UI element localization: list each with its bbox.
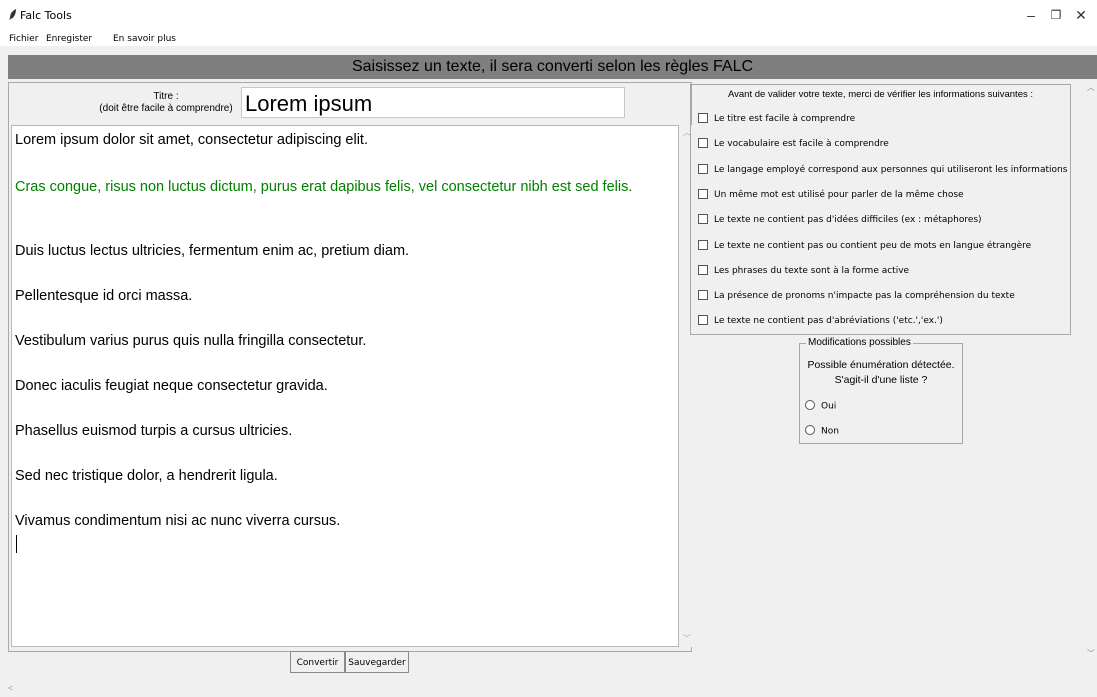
list-question-text: S'agit-il d'une liste ? bbox=[834, 374, 928, 386]
modifications-title: Modifications possibles bbox=[806, 337, 913, 348]
window-title: Falc Tools bbox=[20, 9, 72, 22]
menu-en-savoir-plus[interactable]: En savoir plus bbox=[113, 32, 176, 46]
checklist-item[interactable]: Le vocabulaire est facile à comprendre bbox=[698, 137, 889, 151]
text-paragraph: Pellentesque id orci massa. bbox=[15, 288, 193, 304]
checklist-item[interactable]: Un même mot est utilisé pour parler de l… bbox=[698, 188, 964, 202]
checklist-panel: Avant de valider votre texte, merci de v… bbox=[690, 84, 1071, 335]
checklist-item-label: La présence de pronoms n'impacte pas la … bbox=[714, 291, 1015, 301]
checklist-item-label: Les phrases du texte sont à la forme act… bbox=[714, 266, 910, 276]
checklist-item-label: Le texte ne contient pas d'abréviations … bbox=[714, 316, 943, 326]
text-cursor bbox=[16, 535, 17, 553]
checklist-item-label: Le texte ne contient pas ou contient peu… bbox=[714, 241, 1032, 251]
checklist-item-label: Le vocabulaire est facile à comprendre bbox=[714, 139, 889, 149]
text-paragraph: Sed nec tristique dolor, a hendrerit lig… bbox=[15, 468, 278, 484]
text-paragraph: Vestibulum varius purus quis nulla fring… bbox=[15, 333, 367, 349]
menu-enregister[interactable]: Enregister bbox=[46, 32, 92, 46]
checklist-item-label: Un même mot est utilisé pour parler de l… bbox=[714, 190, 964, 200]
close-button[interactable]: ✕ bbox=[1062, 4, 1097, 26]
checklist-header: Avant de valider votre texte, merci de v… bbox=[727, 89, 1034, 100]
radio-label: Oui bbox=[821, 401, 837, 412]
checkbox[interactable] bbox=[698, 137, 708, 148]
scroll-up-icon[interactable]: ︿ bbox=[1087, 82, 1095, 93]
text-paragraph-highlighted: Cras congue, risus non luctus dictum, pu… bbox=[15, 179, 633, 195]
horizontal-scrollbar[interactable]: < bbox=[0, 681, 1097, 697]
scroll-down-icon[interactable]: ﹀ bbox=[683, 633, 691, 644]
checklist-item[interactable]: Le titre est facile à comprendre bbox=[698, 112, 855, 126]
menu-fichier[interactable]: Fichier bbox=[9, 32, 38, 46]
editor-panel: Titre : (doit être facile à comprendre) … bbox=[8, 82, 693, 652]
window-vertical-scrollbar[interactable]: ︿ ﹀ bbox=[1086, 82, 1097, 662]
radio-label: Non bbox=[821, 426, 839, 437]
scroll-left-icon[interactable]: < bbox=[8, 683, 13, 693]
text-paragraph: Phasellus euismod turpis a cursus ultric… bbox=[15, 423, 293, 439]
title-label-line1: Titre : bbox=[153, 91, 179, 102]
checklist-item[interactable]: La présence de pronoms n'impacte pas la … bbox=[698, 289, 1015, 303]
feather-icon bbox=[9, 9, 16, 20]
radio-non[interactable]: Non bbox=[805, 425, 839, 437]
checklist-item[interactable]: Le langage employé correspond aux person… bbox=[698, 163, 1067, 177]
instruction-banner: Saisissez un texte, il sera converti sel… bbox=[8, 55, 1097, 79]
window-titlebar: Falc Tools – ❐ ✕ bbox=[0, 0, 1097, 32]
save-button[interactable]: Sauvegarder bbox=[345, 651, 409, 673]
radio-button[interactable] bbox=[805, 400, 815, 410]
checkbox[interactable] bbox=[698, 289, 708, 300]
checkbox[interactable] bbox=[698, 314, 708, 325]
checklist-item-label: Le texte ne contient pas d'idées diffici… bbox=[714, 215, 982, 225]
enumeration-detected-text: Possible énumération détectée. bbox=[807, 359, 955, 371]
title-input[interactable]: Lorem ipsum bbox=[241, 87, 625, 118]
checkbox[interactable] bbox=[698, 112, 708, 123]
text-paragraph: Donec iaculis feugiat neque consectetur … bbox=[15, 378, 328, 394]
checkbox[interactable] bbox=[698, 163, 708, 174]
radio-button[interactable] bbox=[805, 425, 815, 435]
modifications-groupbox: Modifications possibles Possible énuméra… bbox=[799, 337, 963, 444]
checklist-item-label: Le titre est facile à comprendre bbox=[714, 114, 856, 124]
text-paragraph: Lorem ipsum dolor sit amet, consectetur … bbox=[15, 132, 368, 148]
menu-bar: Fichier Enregister En savoir plus bbox=[0, 32, 1097, 46]
text-paragraph: Duis luctus lectus ultricies, fermentum … bbox=[15, 243, 410, 259]
title-label: Titre : (doit être facile à comprendre) bbox=[91, 91, 241, 115]
title-label-line2: (doit être facile à comprendre) bbox=[99, 103, 233, 114]
checklist-item[interactable]: Les phrases du texte sont à la forme act… bbox=[698, 264, 909, 278]
text-editor[interactable]: Lorem ipsum dolor sit amet, consectetur … bbox=[11, 125, 679, 647]
checkbox[interactable] bbox=[698, 264, 708, 275]
radio-oui[interactable]: Oui bbox=[805, 400, 837, 412]
checklist-item[interactable]: Le texte ne contient pas d'abréviations … bbox=[698, 314, 943, 328]
checkbox[interactable] bbox=[698, 213, 708, 224]
checklist-item[interactable]: Le texte ne contient pas ou contient peu… bbox=[698, 239, 1031, 253]
checkbox[interactable] bbox=[698, 239, 708, 250]
checkbox[interactable] bbox=[698, 188, 708, 199]
checklist-item[interactable]: Le texte ne contient pas d'idées diffici… bbox=[698, 213, 982, 227]
checklist-item-label: Le langage employé correspond aux person… bbox=[714, 165, 1068, 175]
scroll-down-icon[interactable]: ﹀ bbox=[1087, 648, 1095, 659]
convert-button[interactable]: Convertir bbox=[290, 651, 345, 673]
text-paragraph: Vivamus condimentum nisi ac nunc viverra… bbox=[15, 513, 341, 529]
